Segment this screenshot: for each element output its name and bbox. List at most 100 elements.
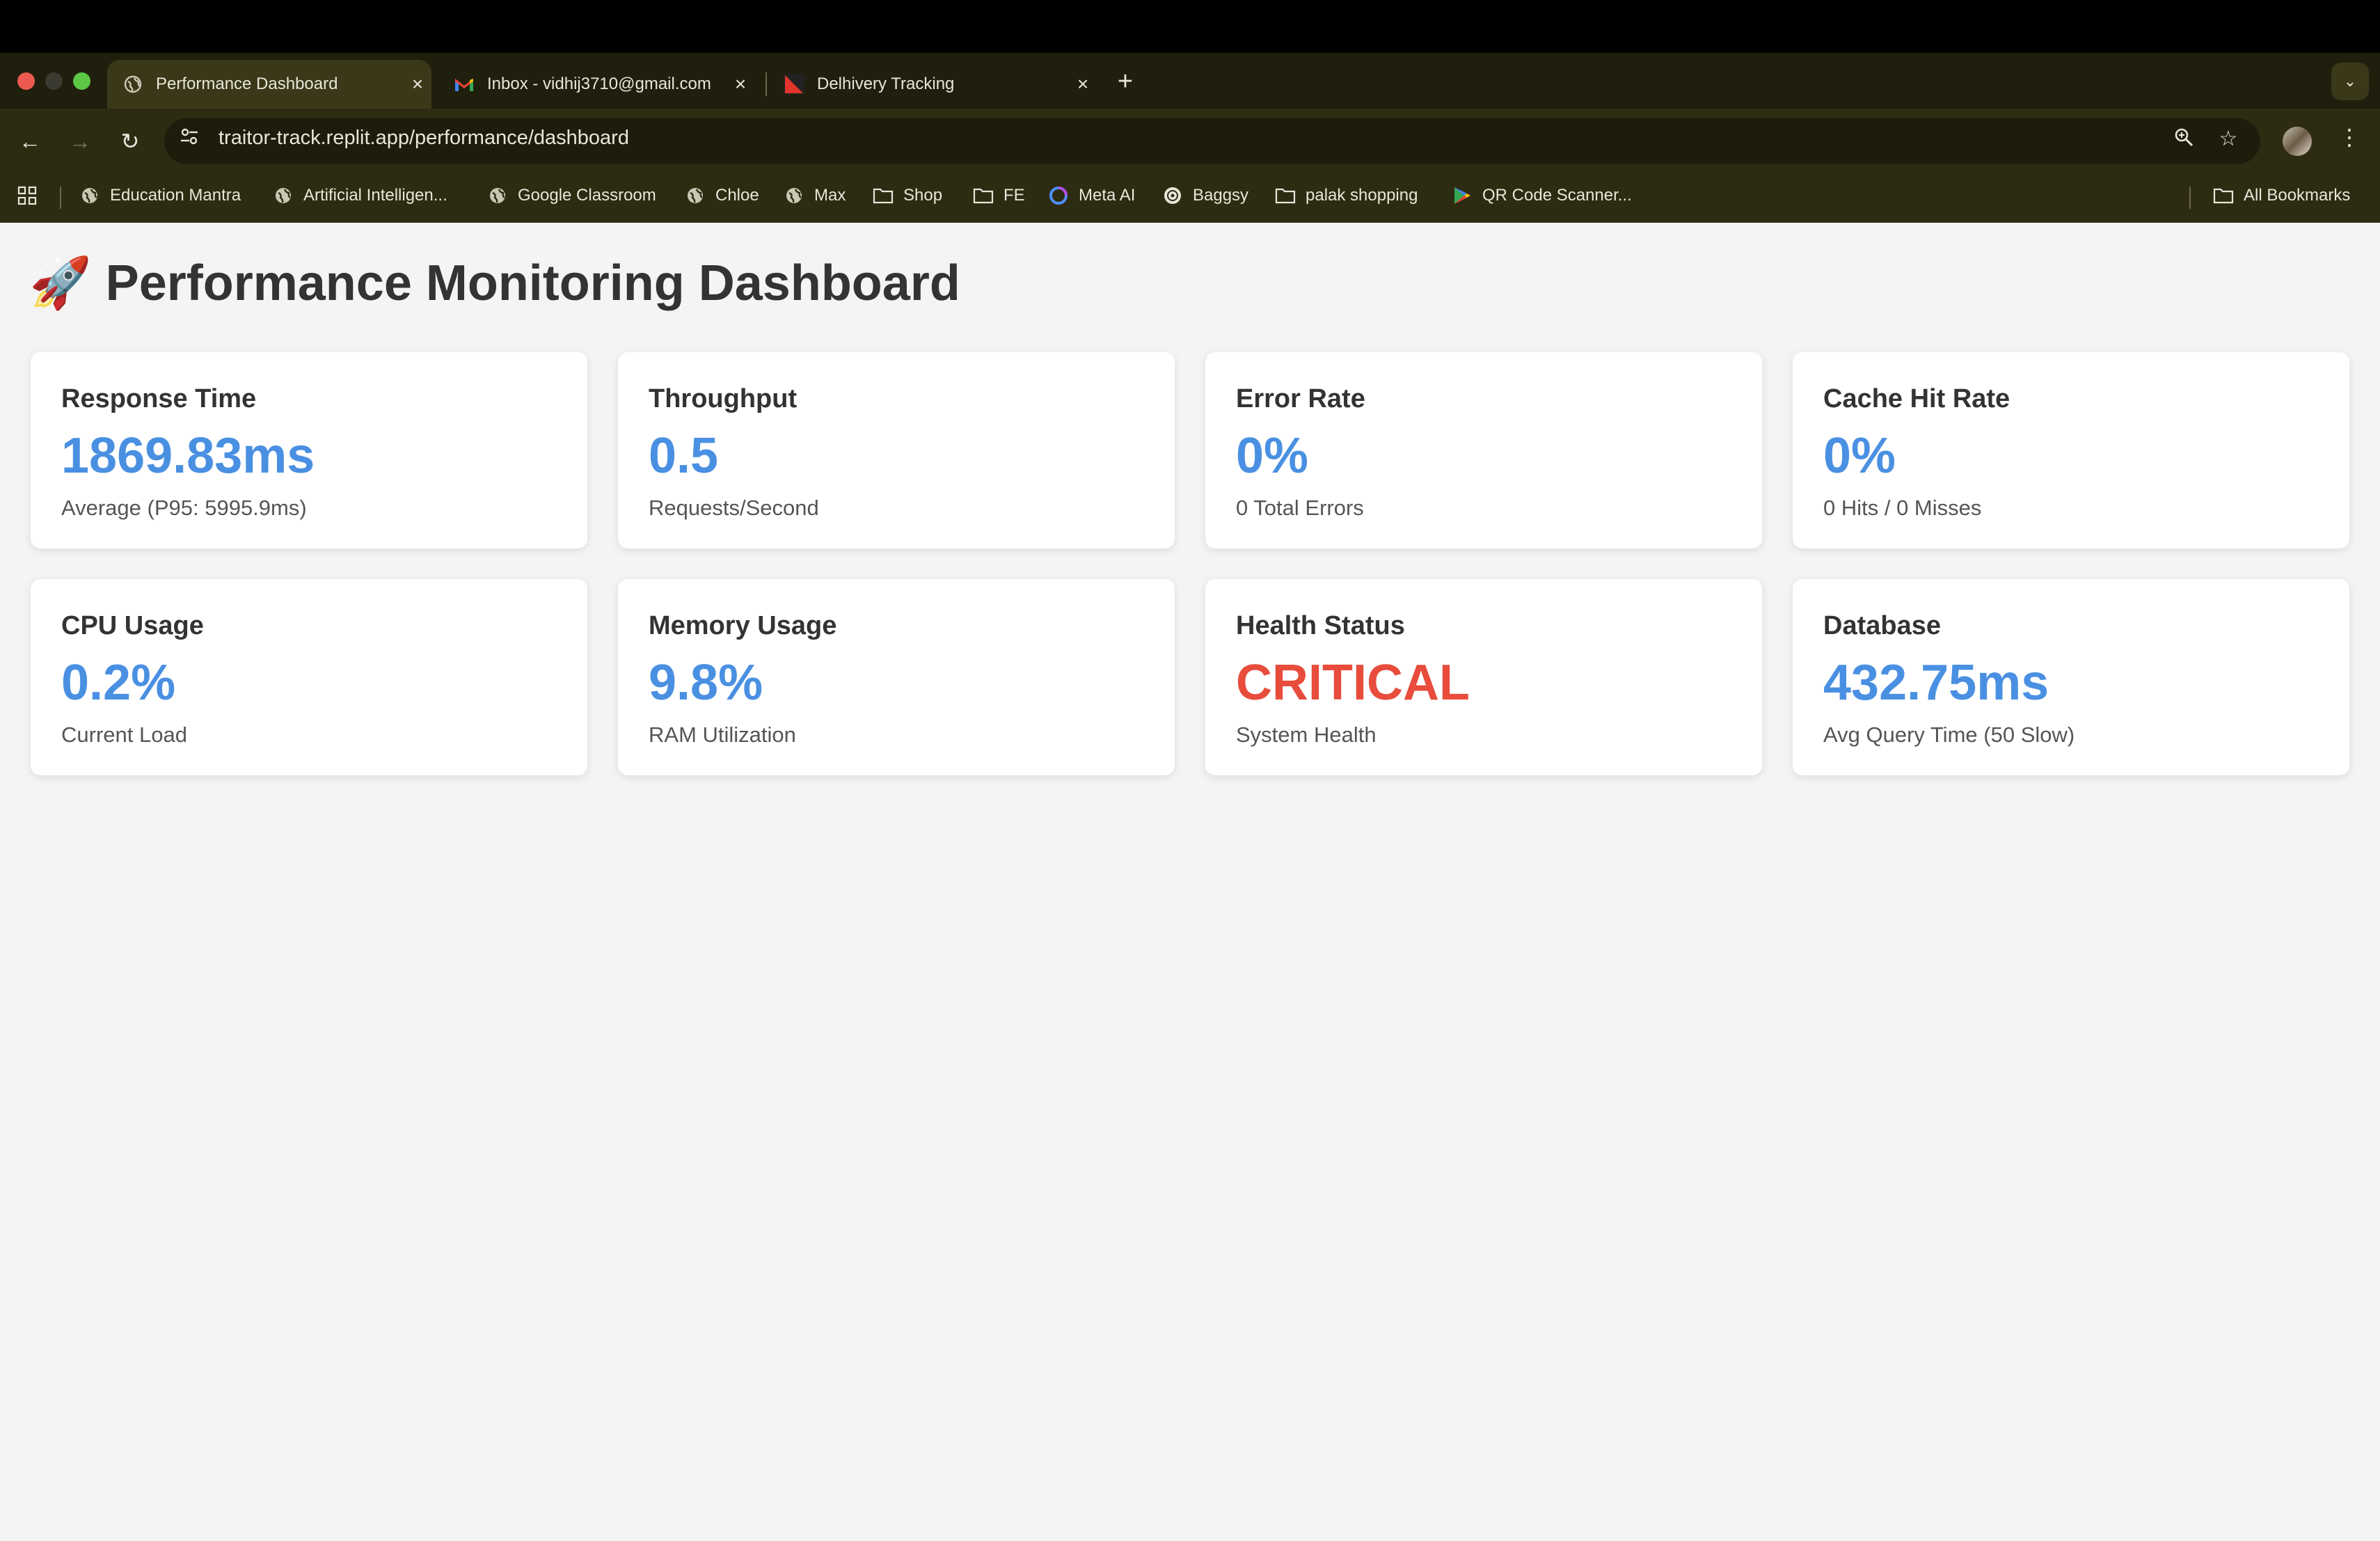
metric-card-throughput: Throughput 0.5 Requests/Second <box>618 352 1175 548</box>
card-value: 9.8% <box>649 655 763 711</box>
close-icon[interactable]: × <box>1069 73 1097 95</box>
bookmark-label: QR Code Scanner... <box>1482 186 1632 205</box>
metric-card-cpu-usage: CPU Usage 0.2% Current Load <box>31 579 587 775</box>
tab-search-button[interactable]: ⌄ <box>2331 63 2369 100</box>
card-value: 0.5 <box>649 428 719 484</box>
bookmark-google-classroom[interactable]: Google Classroom <box>487 185 656 206</box>
delhivery-icon <box>784 74 804 95</box>
bookmark-qr-code-scanner[interactable]: QR Code Scanner... <box>1452 185 1632 206</box>
bookmark-label: Baggsy <box>1193 186 1249 205</box>
bookmark-artificial-intelligence[interactable]: Artificial Intelligen... <box>273 185 447 206</box>
tab-inbox[interactable]: Inbox - vidhij3710@gmail.com × <box>438 60 754 109</box>
reload-icon: ↻ <box>120 129 140 154</box>
card-subtitle: Current Load <box>61 722 187 747</box>
card-subtitle: RAM Utilization <box>649 722 796 747</box>
arrow-left-icon: ← <box>19 129 41 154</box>
apps-button[interactable] <box>17 185 47 206</box>
arrow-right-icon: → <box>69 129 91 154</box>
all-bookmarks-button[interactable]: All Bookmarks <box>2213 185 2350 206</box>
site-settings-icon[interactable] <box>175 127 203 151</box>
tab-separator <box>765 72 767 96</box>
minimize-window-button[interactable] <box>45 72 63 90</box>
page-title: 🚀 Performance Monitoring Dashboard <box>29 253 960 313</box>
folder-icon <box>973 185 994 206</box>
card-title: Health Status <box>1236 611 1405 640</box>
globe-icon <box>487 185 508 206</box>
card-title: Cache Hit Rate <box>1823 384 2010 413</box>
folder-icon <box>873 185 894 206</box>
bookmark-label: Max <box>814 186 846 205</box>
card-subtitle: Requests/Second <box>649 496 819 520</box>
card-value: 1869.83ms <box>61 428 315 484</box>
metric-card-database: Database 432.75ms Avg Query Time (50 Slo… <box>1793 579 2349 775</box>
close-window-button[interactable] <box>17 72 35 90</box>
card-value: 0.2% <box>61 655 176 711</box>
close-icon[interactable]: × <box>404 73 431 95</box>
bookmark-max[interactable]: Max <box>784 185 846 206</box>
bookmark-label: Artificial Intelligen... <box>303 186 447 205</box>
baggsy-icon <box>1162 185 1183 206</box>
globe-icon <box>273 185 294 206</box>
gmail-icon <box>454 74 475 95</box>
card-title: Memory Usage <box>649 611 837 640</box>
bookmark-star-icon[interactable]: ☆ <box>2214 127 2242 151</box>
url-text[interactable]: traitor-track.replit.app/performance/das… <box>219 127 629 150</box>
globe-icon <box>685 185 706 206</box>
globe-icon <box>784 185 804 206</box>
page-title-text: Performance Monitoring Dashboard <box>105 255 960 311</box>
card-value: 432.75ms <box>1823 655 2049 711</box>
bookmark-label: Google Classroom <box>518 186 656 205</box>
maximize-window-button[interactable] <box>73 72 90 90</box>
bookmark-label: Education Mantra <box>110 186 241 205</box>
card-subtitle: Avg Query Time (50 Slow) <box>1823 722 2075 747</box>
more-options-icon[interactable]: ⋮ <box>2335 124 2363 150</box>
globe-icon <box>79 185 100 206</box>
folder-icon <box>2213 185 2234 206</box>
card-value: 0% <box>1823 428 1896 484</box>
bookmark-folder-palak-shopping[interactable]: palak shopping <box>1275 185 1418 206</box>
metric-card-health-status: Health Status CRITICAL System Health <box>1205 579 1762 775</box>
zoom-icon[interactable] <box>2170 127 2198 153</box>
bookmark-education-mantra[interactable]: Education Mantra <box>79 185 241 206</box>
meta-ai-icon <box>1048 185 1069 206</box>
tab-performance-dashboard[interactable]: Performance Dashboard × <box>107 60 431 109</box>
play-store-icon <box>1452 185 1473 206</box>
tab-title: Delhivery Tracking <box>817 74 955 93</box>
bookmark-separator <box>2189 187 2191 209</box>
metric-card-response-time: Response Time 1869.83ms Average (P95: 59… <box>31 352 587 548</box>
card-title: Error Rate <box>1236 384 1365 413</box>
tab-title: Performance Dashboard <box>156 74 338 93</box>
bookmark-meta-ai[interactable]: Meta AI <box>1048 185 1135 206</box>
new-tab-button[interactable]: + <box>1108 64 1143 99</box>
close-icon[interactable]: × <box>727 73 754 95</box>
card-value: 0% <box>1236 428 1309 484</box>
card-title: Throughput <box>649 384 798 413</box>
tab-title: Inbox - vidhij3710@gmail.com <box>487 74 711 93</box>
card-subtitle: 0 Total Errors <box>1236 496 1364 520</box>
metric-card-error-rate: Error Rate 0% 0 Total Errors <box>1205 352 1762 548</box>
metric-card-memory-usage: Memory Usage 9.8% RAM Utilization <box>618 579 1175 775</box>
bookmark-label: palak shopping <box>1306 186 1418 205</box>
bookmark-separator <box>60 187 61 209</box>
card-subtitle: System Health <box>1236 722 1377 747</box>
system-top-bar <box>0 0 2380 53</box>
forward-button[interactable]: → <box>63 124 97 159</box>
bookmark-label: Shop <box>903 186 943 205</box>
bookmark-baggsy[interactable]: Baggsy <box>1162 185 1248 206</box>
bookmark-label: FE <box>1003 186 1025 205</box>
bookmark-folder-shop[interactable]: Shop <box>873 185 942 206</box>
profile-avatar[interactable] <box>2283 127 2312 156</box>
globe-icon <box>122 74 143 95</box>
bookmark-chloe[interactable]: Chloe <box>685 185 759 206</box>
card-subtitle: 0 Hits / 0 Misses <box>1823 496 1982 520</box>
back-button[interactable]: ← <box>13 124 47 159</box>
metric-card-cache-hit-rate: Cache Hit Rate 0% 0 Hits / 0 Misses <box>1793 352 2349 548</box>
card-title: Response Time <box>61 384 257 413</box>
reload-button[interactable]: ↻ <box>113 124 148 159</box>
rocket-icon: 🚀 <box>29 255 92 311</box>
bookmark-label: All Bookmarks <box>2244 186 2351 205</box>
chevron-down-icon: ⌄ <box>2343 72 2357 90</box>
tab-delhivery-tracking[interactable]: Delhivery Tracking × <box>768 60 1097 109</box>
bookmark-label: Chloe <box>715 186 759 205</box>
bookmark-folder-fe[interactable]: FE <box>973 185 1025 206</box>
